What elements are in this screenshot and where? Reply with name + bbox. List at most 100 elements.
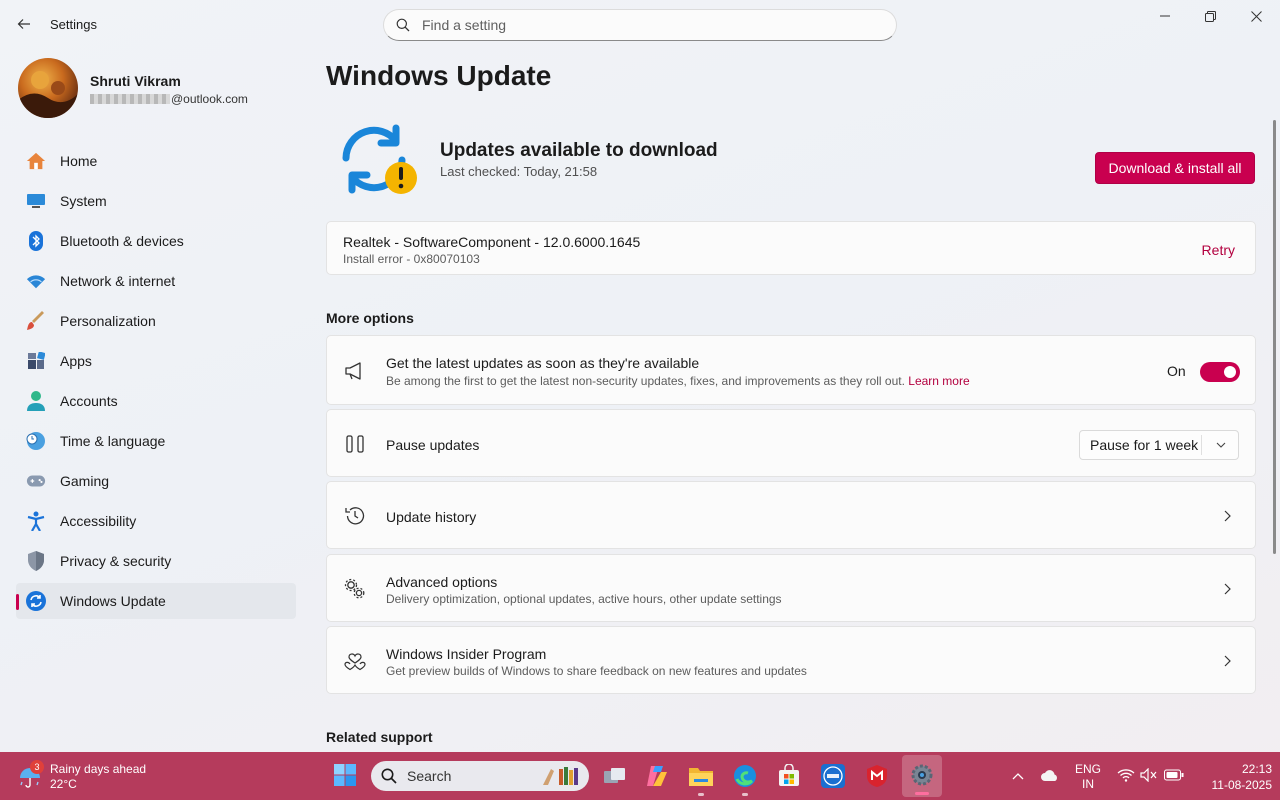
learn-more-link[interactable]: Learn more	[908, 374, 969, 388]
brush-icon	[26, 311, 46, 331]
bluetooth-icon	[26, 231, 46, 251]
restore-icon	[1204, 10, 1216, 22]
minimize-button[interactable]	[1142, 0, 1188, 32]
clock-date: 11-08-2025	[1211, 778, 1273, 792]
get-latest-updates-desc: Be among the first to get the latest non…	[386, 374, 970, 388]
sidebar-item-label: System	[60, 193, 107, 209]
weather-temp: 22°C	[50, 777, 77, 791]
pause-updates-card: Pause updates Pause for 1 week	[326, 409, 1256, 477]
sidebar-item-label: Privacy & security	[60, 553, 172, 569]
start-button[interactable]	[332, 760, 358, 790]
sidebar-item-label: Home	[60, 153, 98, 169]
sidebar-item-network[interactable]: Network & internet	[16, 263, 296, 299]
search-highlight-icon	[543, 767, 578, 785]
main-content: Windows Update Updates available to down…	[326, 48, 1256, 750]
sidebar-item-label: Time & language	[60, 433, 166, 449]
taskbar-search[interactable]: Search	[371, 761, 589, 791]
avatar-picture	[18, 71, 78, 118]
retry-button[interactable]: Retry	[1202, 242, 1235, 258]
update-item-name: Realtek - SoftwareComponent - 12.0.6000.…	[343, 234, 641, 250]
get-latest-updates-title: Get the latest updates as soon as they'r…	[386, 355, 700, 371]
dell-app[interactable]	[818, 761, 848, 791]
dell-logo-icon	[821, 764, 845, 788]
chevron-down-icon	[1216, 442, 1226, 448]
get-latest-updates-toggle[interactable]	[1200, 362, 1240, 382]
sidebar-item-bluetooth[interactable]: Bluetooth & devices	[16, 223, 296, 259]
sidebar-item-system[interactable]: System	[16, 183, 296, 219]
sidebar-item-windows-update[interactable]: Windows Update	[16, 583, 296, 619]
edge-browser-app[interactable]	[730, 761, 760, 796]
clock[interactable]: 22:13 11-08-2025	[1192, 761, 1273, 793]
sidebar-item-personalization[interactable]: Personalization	[16, 303, 296, 339]
search-input[interactable]	[422, 17, 862, 33]
weather-widget[interactable]: 3 Rainy days ahead 22°C	[18, 760, 168, 794]
search-box[interactable]	[383, 9, 897, 41]
close-button[interactable]	[1233, 0, 1279, 32]
globe-clock-icon	[26, 431, 46, 451]
copilot-icon	[647, 766, 667, 786]
sidebar-item-label: Accounts	[60, 393, 118, 409]
sidebar-item-label: Bluetooth & devices	[60, 233, 184, 249]
battery-icon[interactable]	[1164, 769, 1184, 781]
chevron-up-icon[interactable]	[1011, 771, 1025, 781]
restore-button[interactable]	[1187, 0, 1233, 32]
update-item-error: Install error - 0x80070103	[343, 252, 480, 266]
sidebar-item-accessibility[interactable]: Accessibility	[16, 503, 296, 539]
user-profile[interactable]: Shruti Vikram @outlook.com	[16, 58, 296, 120]
advanced-options-title: Advanced options	[386, 574, 498, 590]
back-button[interactable]	[8, 8, 40, 40]
sync-icon	[26, 591, 46, 611]
accessibility-icon	[26, 511, 46, 531]
app-title: Settings	[50, 17, 97, 32]
sidebar-item-time-language[interactable]: Time & language	[16, 423, 296, 459]
sidebar-item-label: Windows Update	[60, 593, 166, 609]
sidebar-item-apps[interactable]: Apps	[16, 343, 296, 379]
sidebar-item-home[interactable]: Home	[16, 143, 296, 179]
sidebar-item-label: Apps	[60, 353, 92, 369]
monitor-icon	[26, 191, 46, 211]
pause-duration-dropdown[interactable]: Pause for 1 week	[1079, 430, 1239, 460]
pause-updates-title: Pause updates	[386, 437, 480, 453]
language-line2: IN	[1082, 777, 1094, 791]
task-view-button[interactable]	[600, 761, 630, 791]
shield-icon	[26, 551, 46, 571]
update-history-title: Update history	[386, 509, 477, 525]
sidebar-item-label: Gaming	[60, 473, 110, 489]
scrollbar[interactable]	[1273, 120, 1276, 554]
settings-app-active[interactable]	[902, 755, 942, 797]
language-line1: ENG	[1074, 762, 1101, 776]
windows-logo-icon	[334, 764, 356, 786]
weather-badge: 3	[30, 760, 44, 774]
sidebar-item-privacy-security[interactable]: Privacy & security	[16, 543, 296, 579]
profile-name: Shruti Vikram	[90, 73, 181, 89]
edge-icon	[734, 765, 756, 787]
microsoft-store-app[interactable]	[774, 761, 804, 791]
language-indicator[interactable]: ENG IN	[1072, 762, 1104, 792]
sidebar-item-label: Accessibility	[60, 513, 137, 529]
wifi-tray-icon[interactable]	[1117, 768, 1135, 782]
pause-duration-value: Pause for 1 week	[1090, 437, 1199, 453]
update-history-card[interactable]: Update history	[326, 481, 1256, 549]
advanced-options-card[interactable]: Advanced options Delivery optimization, …	[326, 554, 1256, 622]
download-install-all-button[interactable]: Download & install all	[1095, 152, 1255, 184]
get-latest-updates-card[interactable]: Get the latest updates as soon as they'r…	[326, 335, 1256, 405]
onedrive-cloud-icon[interactable]	[1040, 768, 1060, 782]
windows-insider-card[interactable]: Windows Insider Program Get preview buil…	[326, 626, 1256, 694]
insider-hearts-icon	[343, 649, 367, 673]
avatar	[18, 58, 78, 118]
person-icon	[26, 391, 46, 411]
sidebar-item-accounts[interactable]: Accounts	[16, 383, 296, 419]
copilot-app[interactable]	[642, 761, 672, 791]
sidebar-item-gaming[interactable]: Gaming	[16, 463, 296, 499]
taskbar: 3 Rainy days ahead 22°C Search ENG IN 22…	[0, 752, 1280, 800]
speaker-muted-icon[interactable]	[1140, 768, 1158, 782]
sidebar-item-label: Network & internet	[60, 273, 176, 289]
weather-text: Rainy days ahead	[50, 762, 147, 776]
apps-icon	[26, 351, 46, 371]
file-explorer-app[interactable]	[686, 761, 716, 796]
taskbar-search-label: Search	[407, 768, 452, 784]
advanced-options-desc: Delivery optimization, optional updates,…	[386, 592, 782, 606]
windows-insider-desc: Get preview builds of Windows to share f…	[386, 664, 807, 678]
mcafee-app[interactable]	[862, 761, 892, 791]
windows-insider-title: Windows Insider Program	[386, 646, 547, 662]
